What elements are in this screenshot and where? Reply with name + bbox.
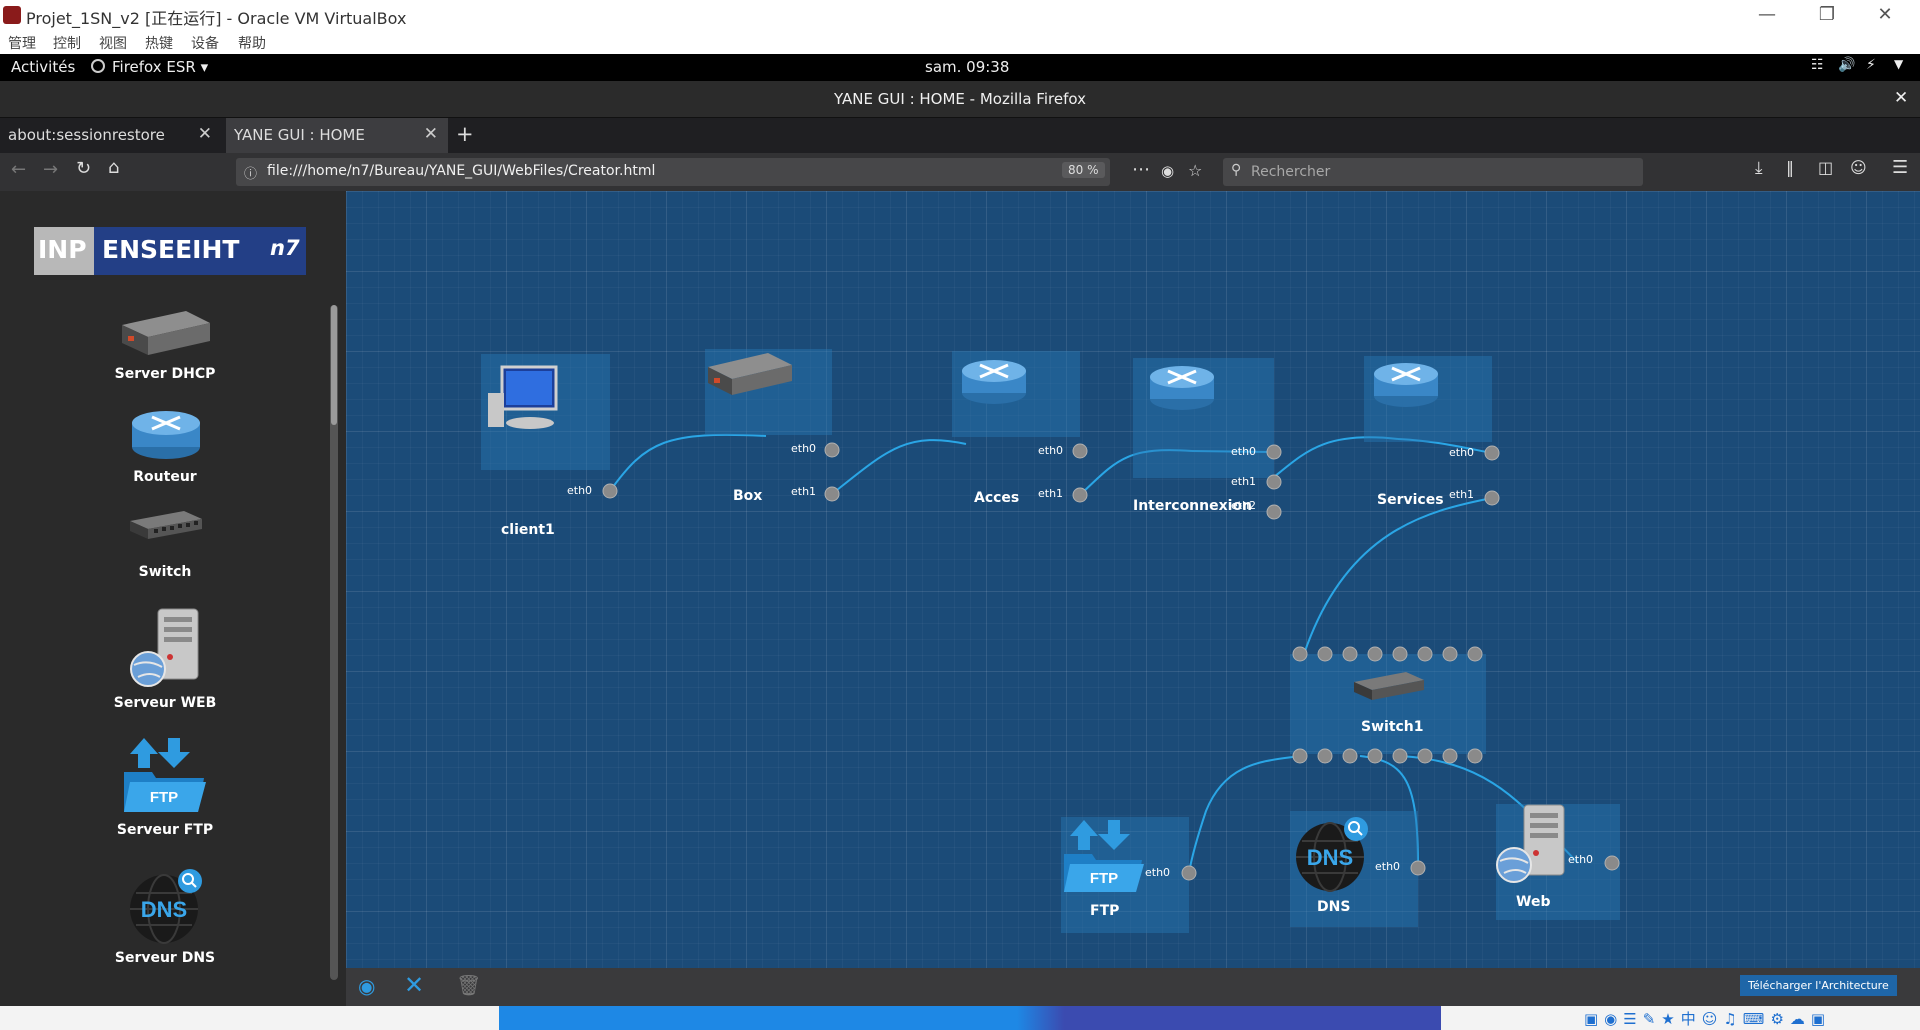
volume-icon[interactable]: 🔊: [1838, 57, 1855, 73]
virtualbox-app-icon: [3, 6, 21, 24]
system-tray-icons[interactable]: ▣◉☰✎★中☺♫⌨⚙☁▣: [1584, 1008, 1914, 1028]
palette-scrollbar[interactable]: [330, 305, 338, 980]
navigation-toolbar: ← → ↻ ⌂ ⓘ file:///home/n7/Bureau/YANE_GU…: [0, 153, 1920, 191]
zoom-indicator[interactable]: 80 %: [1062, 162, 1105, 178]
port-box-eth1: [824, 486, 840, 502]
host-taskbar: ▣◉☰✎★中☺♫⌨⚙☁▣: [0, 1006, 1920, 1030]
tab-bar: about:sessionrestore ✕ YANE GUI : HOME ✕…: [0, 118, 1920, 153]
port-services-eth0: [1484, 445, 1500, 461]
clock[interactable]: sam. 09:38: [925, 58, 1009, 76]
new-tab-icon[interactable]: +: [456, 122, 474, 146]
firefox-window-title: YANE GUI : HOME - Mozilla Firefox: [834, 90, 1086, 108]
switch-icon[interactable]: [126, 509, 206, 543]
host-window-preview[interactable]: [499, 1006, 1441, 1030]
web-server-icon[interactable]: [128, 605, 204, 691]
sidebar-toggle-icon[interactable]: ◫: [1818, 158, 1833, 177]
bookmark-star-icon[interactable]: ☆: [1188, 161, 1202, 180]
home-icon[interactable]: ⌂: [108, 157, 119, 178]
gnome-top-bar: Activités Firefox ESR ▾ sam. 09:38 ☷ 🔊 ⚡…: [0, 54, 1920, 81]
url-bar[interactable]: ⓘ file:///home/n7/Bureau/YANE_GUI/WebFil…: [236, 158, 1202, 186]
trash-icon[interactable]: 🗑: [456, 973, 481, 997]
menu-item-view[interactable]: 视图: [99, 33, 127, 53]
port-client1-eth0: [602, 483, 618, 499]
minimize-icon[interactable]: —: [1744, 4, 1790, 25]
ftp-icon[interactable]: FTP: [122, 734, 208, 814]
virtualbox-window-title: Projet_1SN_v2 [正在运行] - Oracle VM Virtual…: [26, 9, 407, 28]
topology-canvas[interactable]: client1 eth0 Box eth0 eth1 Acces eth0 et…: [346, 191, 1920, 968]
port-dns-eth0: [1410, 860, 1426, 876]
forward-icon[interactable]: →: [43, 159, 58, 180]
account-icon[interactable]: ☺: [1850, 158, 1867, 177]
url-text[interactable]: file:///home/n7/Bureau/YANE_GUI/WebFiles…: [267, 163, 655, 179]
menu-item-manage[interactable]: 管理: [8, 33, 36, 53]
restore-icon[interactable]: ❐: [1804, 4, 1850, 25]
port-ftp-eth0: [1181, 865, 1197, 881]
port-interconnexion-eth0: [1266, 444, 1282, 460]
svg-text:DNS: DNS: [141, 897, 187, 922]
virtualbox-titlebar: Projet_1SN_v2 [正在运行] - Oracle VM Virtual…: [0, 0, 1920, 30]
firefox-titlebar: YANE GUI : HOME - Mozilla Firefox ✕: [0, 81, 1920, 118]
menu-item-control[interactable]: 控制: [53, 33, 81, 53]
activities-button[interactable]: Activités: [11, 58, 75, 76]
site-info-icon[interactable]: ⓘ: [244, 163, 257, 182]
downloads-icon[interactable]: ⤓: [1755, 158, 1763, 178]
library-icon[interactable]: ‖: [1786, 158, 1794, 177]
enseeiht-logo: INP ENSEEIHT n7: [34, 227, 306, 275]
component-palette: INP ENSEEIHT n7 Server DHCP Routeur Swit…: [0, 191, 346, 1006]
tab-yane-gui-home[interactable]: YANE GUI : HOME ✕: [226, 118, 448, 153]
app-menu-button[interactable]: Firefox ESR ▾: [112, 58, 208, 76]
palette-label-router[interactable]: Routeur: [0, 469, 330, 485]
eye-icon[interactable]: ◉: [358, 974, 375, 998]
tab-label: YANE GUI : HOME: [234, 126, 365, 144]
dns-icon[interactable]: DNS: [126, 867, 206, 945]
close-window-icon[interactable]: ✕: [1862, 4, 1908, 25]
dhcp-server-icon[interactable]: [118, 303, 213, 359]
port-services-eth1: [1484, 490, 1500, 506]
port-acces-eth0: [1072, 443, 1088, 459]
tab-close-icon[interactable]: ✕: [424, 124, 438, 144]
svg-text:FTP: FTP: [150, 789, 178, 806]
palette-scrollbar-thumb[interactable]: [331, 305, 337, 425]
page-actions-icon[interactable]: ⋯: [1132, 159, 1150, 180]
menu-item-help[interactable]: 帮助: [238, 33, 266, 53]
download-architecture-button[interactable]: Télécharger l'Architecture: [1740, 975, 1897, 996]
network-icon[interactable]: ☷: [1811, 57, 1824, 73]
search-icon: ⚲: [1231, 162, 1242, 178]
menu-hamburger-icon[interactable]: ☰: [1892, 157, 1908, 178]
system-menu-chevron-icon[interactable]: ▼: [1894, 57, 1903, 71]
virtualbox-menubar: 管理 控制 视图 热键 设备 帮助: [0, 30, 1920, 54]
firefox-app-icon: [91, 59, 105, 73]
palette-label-ftp[interactable]: Serveur FTP: [0, 822, 330, 838]
pocket-icon[interactable]: ◉: [1161, 162, 1174, 180]
menu-item-devices[interactable]: 设备: [191, 33, 219, 53]
battery-icon[interactable]: ⚡: [1866, 57, 1876, 73]
palette-label-web[interactable]: Serveur WEB: [0, 695, 330, 711]
reload-icon[interactable]: ↻: [76, 158, 91, 179]
canvas-toolbar: ◉ ✕ 🗑 Télécharger l'Architecture: [346, 968, 1920, 1006]
tab-close-icon[interactable]: ✕: [198, 124, 212, 144]
palette-label-dhcp[interactable]: Server DHCP: [0, 366, 330, 382]
palette-label-dns[interactable]: Serveur DNS: [0, 950, 330, 966]
palette-label-switch[interactable]: Switch: [0, 564, 330, 580]
close-icon[interactable]: ✕: [404, 971, 424, 999]
tab-label: about:sessionrestore: [8, 126, 165, 144]
back-icon[interactable]: ←: [11, 159, 26, 180]
port-acces-eth1: [1072, 487, 1088, 503]
router-icon[interactable]: [128, 405, 204, 461]
search-placeholder[interactable]: Rechercher: [1251, 164, 1330, 180]
port-dots: [602, 442, 1620, 881]
port-interconnexion-eth2: [1266, 504, 1282, 520]
port-interconnexion-eth1: [1266, 474, 1282, 490]
tab-sessionrestore[interactable]: about:sessionrestore ✕: [0, 118, 222, 153]
firefox-close-icon[interactable]: ✕: [1894, 88, 1908, 108]
port-web-eth0: [1604, 855, 1620, 871]
search-bar[interactable]: ⚲ Rechercher: [1223, 158, 1643, 186]
port-box-eth0: [824, 442, 840, 458]
menu-item-hotkeys[interactable]: 热键: [145, 33, 173, 53]
